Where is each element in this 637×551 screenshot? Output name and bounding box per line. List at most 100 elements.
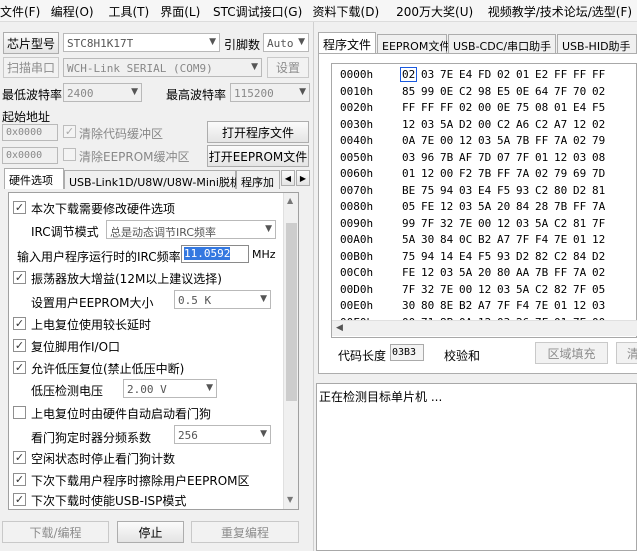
hex-byte[interactable]: 5A — [535, 217, 548, 230]
hex-byte[interactable]: BE — [402, 184, 415, 197]
hex-byte[interactable]: AA — [516, 266, 529, 279]
hex-byte[interactable]: FD — [478, 68, 491, 81]
hex-byte[interactable]: 7A — [516, 167, 529, 180]
hex-byte[interactable]: 7E — [535, 299, 548, 312]
region-fill-button[interactable]: 区域填充 — [535, 342, 608, 364]
hex-byte[interactable]: FF — [421, 101, 434, 114]
hex-byte[interactable]: 7A — [573, 266, 586, 279]
scroll-up-icon[interactable]: ▲ — [287, 196, 293, 205]
tab-scroll-left-icon[interactable]: ◀ — [281, 170, 295, 186]
hex-byte[interactable]: F5 — [592, 101, 605, 114]
reset-pin-io-checkbox[interactable] — [13, 339, 26, 352]
hex-byte[interactable]: C2 — [554, 217, 567, 230]
hex-byte[interactable]: 7A — [592, 200, 605, 213]
hex-byte[interactable]: FF — [592, 68, 605, 81]
hex-byte[interactable]: 00 — [459, 283, 472, 296]
hex-byte[interactable]: 02 — [459, 101, 472, 114]
hex-byte[interactable]: 02 — [573, 134, 586, 147]
hex-byte[interactable]: 02 — [400, 67, 418, 82]
hex-byte[interactable]: FE — [402, 266, 415, 279]
hex-byte[interactable]: 03 — [516, 217, 529, 230]
hex-byte[interactable]: 01 — [402, 167, 415, 180]
max-baud-select[interactable]: 115200 ▼ — [230, 83, 310, 102]
hex-byte[interactable]: 02 — [592, 266, 605, 279]
hex-horizontal-scrollbar[interactable]: ◀ — [332, 320, 637, 336]
hex-byte[interactable]: 7E — [554, 233, 567, 246]
hex-byte[interactable]: 03 — [421, 68, 434, 81]
hex-byte[interactable]: 5A — [478, 200, 491, 213]
hex-byte[interactable]: 0C — [459, 233, 472, 246]
hex-byte[interactable]: 01 — [516, 68, 529, 81]
hex-byte[interactable]: E4 — [459, 250, 472, 263]
hex-byte[interactable]: 81 — [573, 217, 586, 230]
hex-byte[interactable]: 94 — [421, 250, 434, 263]
wdt-idle-stop-checkbox[interactable] — [13, 451, 26, 464]
eeprom-start-address-input[interactable]: 0x0000 — [2, 147, 58, 164]
usb-isp-checkbox[interactable] — [13, 493, 26, 506]
hex-byte[interactable]: 7B — [535, 266, 548, 279]
scroll-left-icon[interactable]: ◀ — [336, 323, 343, 333]
tab-eeprom-file[interactable]: EEPROM文件 — [377, 34, 450, 53]
hex-byte[interactable]: 80 — [554, 184, 567, 197]
hex-byte[interactable]: 03 — [592, 299, 605, 312]
hex-byte[interactable]: 0E — [440, 85, 453, 98]
hex-byte[interactable]: 8E — [440, 299, 453, 312]
menu-program[interactable]: 编程(O) — [51, 0, 109, 21]
scrollbar-thumb[interactable] — [286, 223, 297, 401]
tab-usb-hid[interactable]: USB-HID助手 — [557, 34, 637, 53]
wdt-prescaler-select[interactable]: 256 ▼ — [174, 425, 271, 444]
open-program-file-button[interactable]: 打开程序文件 — [207, 121, 309, 143]
tab-usb-link-offline[interactable]: USB-Link1D/U8W/U8W-Mini脱机 — [64, 170, 241, 189]
hex-viewer[interactable]: 0000h 02 03 7E E4 FD 02 01 E2 FF FF FF 0010h 85 99 0E C2… — [331, 63, 637, 338]
long-reset-delay-checkbox[interactable] — [13, 317, 26, 330]
wdt-auto-start-checkbox[interactable] — [13, 406, 26, 419]
hex-byte[interactable]: 75 — [516, 101, 529, 114]
hex-byte[interactable]: 7F — [421, 217, 434, 230]
hex-byte[interactable]: 75 — [402, 250, 415, 263]
tab-usb-cdc-serial[interactable]: USB-CDC/串口助手 — [448, 34, 556, 53]
hex-byte[interactable]: 7D — [592, 167, 605, 180]
hex-byte[interactable]: 69 — [573, 167, 586, 180]
hex-byte[interactable]: F4 — [516, 299, 529, 312]
hex-byte[interactable]: F5 — [478, 250, 491, 263]
clear-buffer-button[interactable]: 清 — [616, 342, 637, 364]
hex-byte[interactable]: C2 — [554, 250, 567, 263]
hex-byte[interactable]: 80 — [421, 299, 434, 312]
hex-byte[interactable]: 5A — [440, 118, 453, 131]
hex-byte[interactable]: 12 — [459, 134, 472, 147]
hex-byte[interactable]: 96 — [421, 151, 434, 164]
menu-tools[interactable]: 工具(T) — [109, 0, 161, 21]
hex-byte[interactable]: 02 — [592, 85, 605, 98]
hex-byte[interactable]: 08 — [592, 151, 605, 164]
hex-byte[interactable]: F5 — [497, 184, 510, 197]
hex-byte[interactable]: C2 — [535, 184, 548, 197]
hex-byte[interactable]: 7B — [516, 134, 529, 147]
hex-byte[interactable]: 32 — [440, 217, 453, 230]
hex-byte[interactable]: E4 — [478, 184, 491, 197]
hex-byte[interactable]: 7F — [554, 85, 567, 98]
hex-byte[interactable]: D2 — [592, 250, 605, 263]
hex-byte[interactable]: B2 — [478, 233, 491, 246]
low-voltage-reset-checkbox[interactable] — [13, 361, 26, 374]
port-select[interactable]: WCH-Link SERIAL (COM9) ▼ — [63, 58, 262, 77]
hex-byte[interactable]: 03 — [497, 283, 510, 296]
reconfig-hardware-checkbox[interactable] — [13, 201, 26, 214]
repeat-program-button[interactable]: 重复编程 — [191, 521, 299, 543]
hex-byte[interactable]: 5A — [402, 233, 415, 246]
tab-hardware-options[interactable]: 硬件选项 — [4, 168, 64, 189]
hex-byte[interactable]: 01 — [535, 151, 548, 164]
hex-byte[interactable]: 30 — [421, 233, 434, 246]
hex-byte[interactable]: 20 — [497, 200, 510, 213]
irc-mode-select[interactable]: 总是动态调节IRC频率 ▼ — [106, 220, 276, 239]
hex-byte[interactable]: 82 — [535, 250, 548, 263]
hex-byte[interactable]: 12 — [573, 118, 586, 131]
hex-byte[interactable]: 01 — [573, 233, 586, 246]
menu-prize[interactable]: 200万大奖(U) — [396, 0, 488, 21]
hex-byte[interactable]: F4 — [535, 233, 548, 246]
hex-byte[interactable]: A7 — [554, 118, 567, 131]
hex-byte[interactable]: 7F — [497, 299, 510, 312]
hex-byte[interactable]: 75 — [421, 184, 434, 197]
hex-byte[interactable]: 99 — [421, 85, 434, 98]
hex-byte[interactable]: 03 — [459, 184, 472, 197]
hex-byte[interactable]: 32 — [421, 283, 434, 296]
